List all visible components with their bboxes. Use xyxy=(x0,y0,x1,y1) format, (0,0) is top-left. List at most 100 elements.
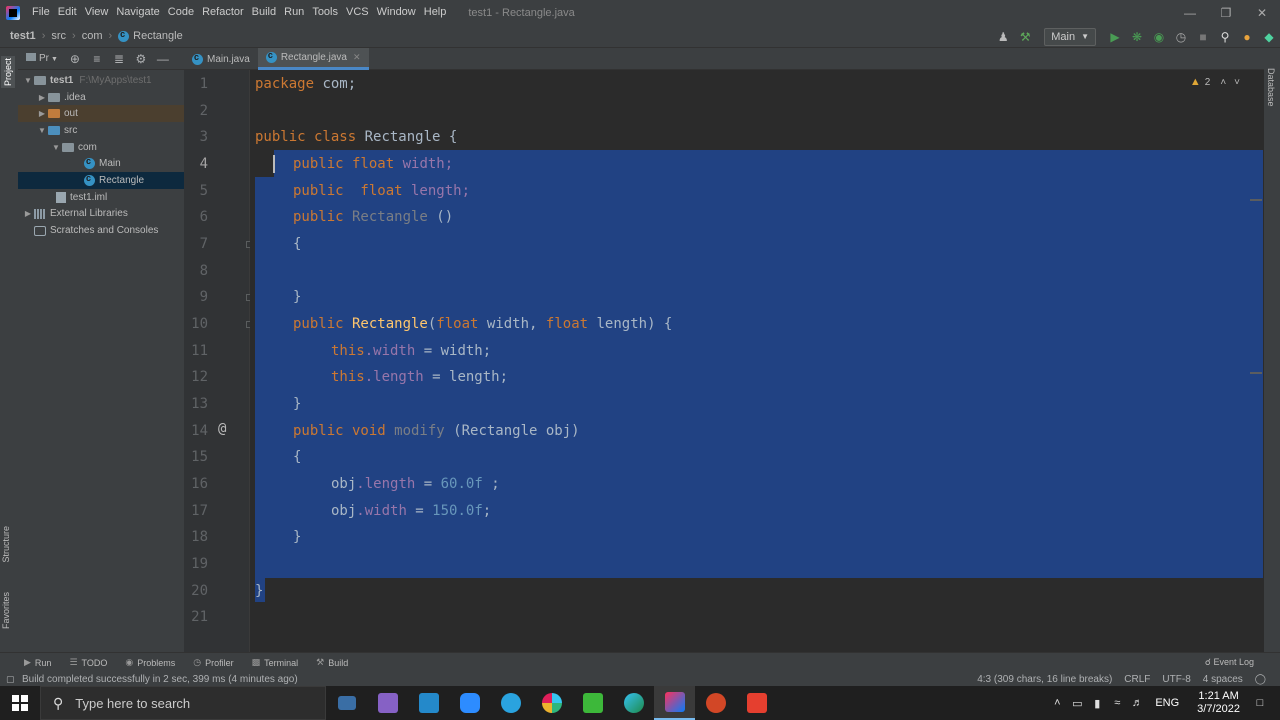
task-view-app[interactable] xyxy=(326,686,367,720)
menu-code[interactable]: Code xyxy=(164,0,198,25)
status-message[interactable]: Build completed successfully in 2 sec, 3… xyxy=(22,674,298,685)
network-icon[interactable]: ▭ xyxy=(1067,697,1087,710)
breadcrumb-class[interactable]: Rectangle xyxy=(114,29,187,42)
notifications-icon[interactable]: □ xyxy=(1250,697,1270,709)
profiler-tool-button[interactable]: ◷ Profiler xyxy=(193,657,233,668)
jetbrains-icon[interactable]: ◆ xyxy=(1258,26,1280,48)
menu-tools[interactable]: Tools xyxy=(308,0,342,25)
menu-vcs[interactable]: VCS xyxy=(342,0,373,25)
menu-view[interactable]: View xyxy=(81,0,113,25)
edge-app[interactable] xyxy=(613,686,654,720)
zoom-app[interactable] xyxy=(449,686,490,720)
line-separator[interactable]: CRLF xyxy=(1124,674,1150,685)
close-tab-icon[interactable]: ✕ xyxy=(353,52,361,63)
breadcrumb-src[interactable]: src xyxy=(47,30,70,42)
status-layout-icon[interactable]: ▢ xyxy=(6,674,15,685)
menu-edit[interactable]: Edit xyxy=(54,0,81,25)
restore-icon[interactable]: ❐ xyxy=(1208,0,1244,25)
profile-icon[interactable]: ◷ xyxy=(1170,26,1192,48)
minimize-icon[interactable]: — xyxy=(1172,0,1208,25)
chevron-down-icon[interactable]: ˅ xyxy=(1234,77,1240,88)
coverage-icon[interactable]: ◉ xyxy=(1148,26,1170,48)
volume-icon[interactable]: ♬ xyxy=(1127,697,1147,709)
file-encoding[interactable]: UTF-8 xyxy=(1162,674,1190,685)
close-icon[interactable]: ✕ xyxy=(1244,0,1280,25)
update-icon[interactable]: ● xyxy=(1236,26,1258,48)
chevron-down-icon[interactable]: ▼ xyxy=(22,76,34,85)
breadcrumb-com[interactable]: com xyxy=(78,30,107,42)
tree-item-scratches[interactable]: Scratches and Consoles xyxy=(18,222,184,239)
menu-navigate[interactable]: Navigate xyxy=(112,0,163,25)
wifi-icon[interactable]: ≈ xyxy=(1107,697,1127,709)
menu-help[interactable]: Help xyxy=(420,0,451,25)
inspection-widget[interactable]: ▲ 2 ˄ ˅ xyxy=(1190,76,1240,88)
chevron-down-icon[interactable]: ▼ xyxy=(36,126,48,135)
chevron-right-icon[interactable]: ▶ xyxy=(36,93,48,102)
powerpoint-app[interactable] xyxy=(695,686,736,720)
build-hammer-icon[interactable]: ⚒ xyxy=(1014,26,1036,48)
override-marker-icon[interactable]: @ xyxy=(218,421,226,437)
chevron-right-icon[interactable]: ▶ xyxy=(22,209,34,218)
project-view-select[interactable]: Pr ▼ xyxy=(26,53,58,64)
menu-window[interactable]: Window xyxy=(373,0,420,25)
stop-icon[interactable]: ■ xyxy=(1192,26,1214,48)
tree-item-src[interactable]: ▼ src xyxy=(18,122,184,139)
start-button[interactable] xyxy=(0,686,40,720)
battery-icon[interactable]: ▮ xyxy=(1087,697,1107,710)
tree-item-com[interactable]: ▼ com xyxy=(18,139,184,156)
language-indicator[interactable]: ENG xyxy=(1155,697,1179,709)
tree-item-test1[interactable]: ▼ test1 F:\MyApps\test1 xyxy=(18,72,184,89)
codeblocks-app[interactable] xyxy=(572,686,613,720)
gear-icon[interactable]: ⚙ xyxy=(130,52,152,66)
build-tool-button[interactable]: ⚒ Build xyxy=(316,657,348,668)
breadcrumb-project[interactable]: test1 xyxy=(0,30,40,42)
chevron-up-icon[interactable]: ˄ xyxy=(1047,697,1067,709)
menu-file[interactable]: File xyxy=(28,0,54,25)
tree-item-rectangle[interactable]: Rectangle xyxy=(18,172,184,189)
tree-item-out[interactable]: ▶ out xyxy=(18,105,184,123)
clock[interactable]: 1:21 AM 3/7/2022 xyxy=(1197,690,1240,716)
taskbar-search[interactable]: ⚲ Type here to search xyxy=(40,686,326,720)
event-log-button[interactable]: ☌ Event Log xyxy=(1205,657,1254,668)
database-tool-tab[interactable]: Database xyxy=(1266,68,1276,107)
tree-item-idea[interactable]: ▶ .idea xyxy=(18,89,184,106)
user-icon[interactable]: ♟ xyxy=(992,26,1014,48)
structure-tool-tab[interactable]: Structure xyxy=(1,526,11,563)
locate-icon[interactable]: ⊕ xyxy=(64,52,86,66)
hide-icon[interactable]: — xyxy=(152,52,174,66)
project-tool-tab[interactable]: Project xyxy=(1,56,15,89)
slack-app[interactable] xyxy=(531,686,572,720)
tree-label: External Libraries xyxy=(50,208,128,220)
vscode-app[interactable] xyxy=(408,686,449,720)
intellij-app[interactable] xyxy=(654,686,695,720)
favorites-tool-tab[interactable]: Favorites xyxy=(1,592,11,629)
tree-item-test1-iml[interactable]: test1.iml xyxy=(18,189,184,206)
chevron-right-icon[interactable]: ▶ xyxy=(36,109,48,118)
tree-item-main[interactable]: Main xyxy=(18,155,184,172)
terminal-tool-button[interactable]: ▩ Terminal xyxy=(252,657,299,668)
tree-item-external-libraries[interactable]: ▶ External Libraries xyxy=(18,206,184,223)
run-icon[interactable]: ▶ xyxy=(1104,26,1126,48)
collapse-all-icon[interactable]: ≣ xyxy=(108,52,130,66)
menu-run[interactable]: Run xyxy=(280,0,308,25)
code-editor[interactable]: package com; public class Rectangle { pu… xyxy=(250,70,1264,652)
caret-position[interactable]: 4:3 (309 chars, 16 line breaks) xyxy=(977,674,1112,685)
debug-icon[interactable]: ❋ xyxy=(1126,26,1148,48)
indent-setting[interactable]: 4 spaces xyxy=(1203,674,1243,685)
lock-icon[interactable]: ◯ xyxy=(1255,674,1266,685)
chevron-down-icon[interactable]: ▼ xyxy=(50,143,62,152)
run-configuration-select[interactable]: Main ▼ xyxy=(1044,27,1096,46)
expand-all-icon[interactable]: ≡ xyxy=(86,52,108,66)
tab-rectangle-java[interactable]: Rectangle.java ✕ xyxy=(257,48,369,70)
todo-tool-button[interactable]: ☰ TODO xyxy=(69,657,107,668)
run-tool-button[interactable]: ▶ Run xyxy=(24,657,51,668)
clion-app[interactable] xyxy=(736,686,777,720)
menu-build[interactable]: Build xyxy=(248,0,280,25)
chevron-up-icon[interactable]: ˄ xyxy=(1220,77,1226,88)
problems-tool-button[interactable]: ◉ Problems xyxy=(125,657,175,668)
search-icon[interactable]: ⚲ xyxy=(1214,26,1236,48)
visual-studio-app[interactable] xyxy=(367,686,408,720)
tab-main-java[interactable]: Main.java xyxy=(184,48,258,70)
telegram-app[interactable] xyxy=(490,686,531,720)
menu-refactor[interactable]: Refactor xyxy=(198,0,248,25)
